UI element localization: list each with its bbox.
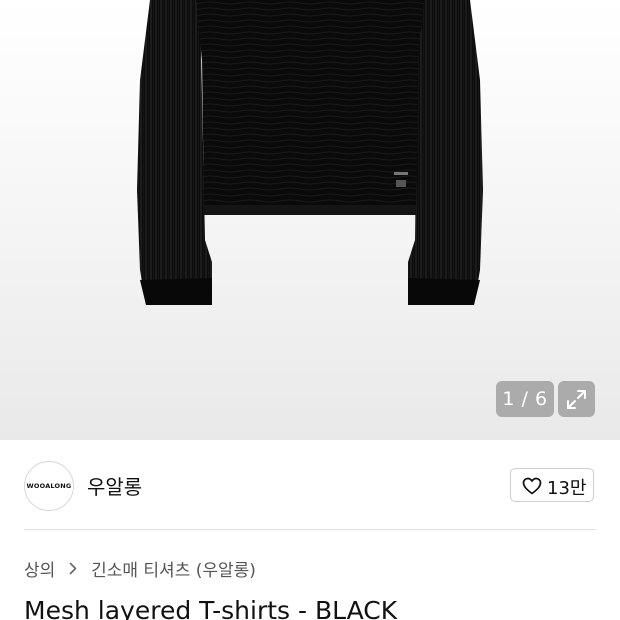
fullscreen-button[interactable] bbox=[558, 381, 595, 417]
breadcrumb-subcategory[interactable]: 긴소매 티셔츠 (우알롱) bbox=[91, 561, 256, 581]
product-image bbox=[137, 0, 483, 305]
brand-row: WOOALONG 우알롱 13만 bbox=[0, 440, 620, 530]
product-title: Mesh layered T-shirts - BLACK bbox=[24, 596, 398, 620]
brand-logo-text: WOOALONG bbox=[26, 482, 72, 490]
like-count: 13만 bbox=[547, 478, 587, 499]
brand-name[interactable]: 우알롱 bbox=[87, 471, 142, 500]
chevron-right-icon bbox=[69, 562, 76, 575]
breadcrumb-category[interactable]: 상의 bbox=[24, 561, 55, 581]
divider bbox=[24, 529, 596, 530]
heart-icon bbox=[522, 477, 542, 495]
like-button[interactable]: 13만 bbox=[510, 468, 594, 502]
product-image-gallery[interactable]: 1 / 6 bbox=[0, 0, 620, 440]
product-page: 1 / 6 WOOALONG 우알롱 13만 상의 긴소매 티셔츠 (우알롱) … bbox=[0, 0, 620, 620]
image-counter: 1 / 6 bbox=[496, 381, 554, 417]
brand-logo[interactable]: WOOALONG bbox=[24, 461, 74, 511]
breadcrumb: 상의 긴소매 티셔츠 (우알롱) bbox=[24, 556, 256, 581]
expand-icon bbox=[567, 390, 586, 409]
